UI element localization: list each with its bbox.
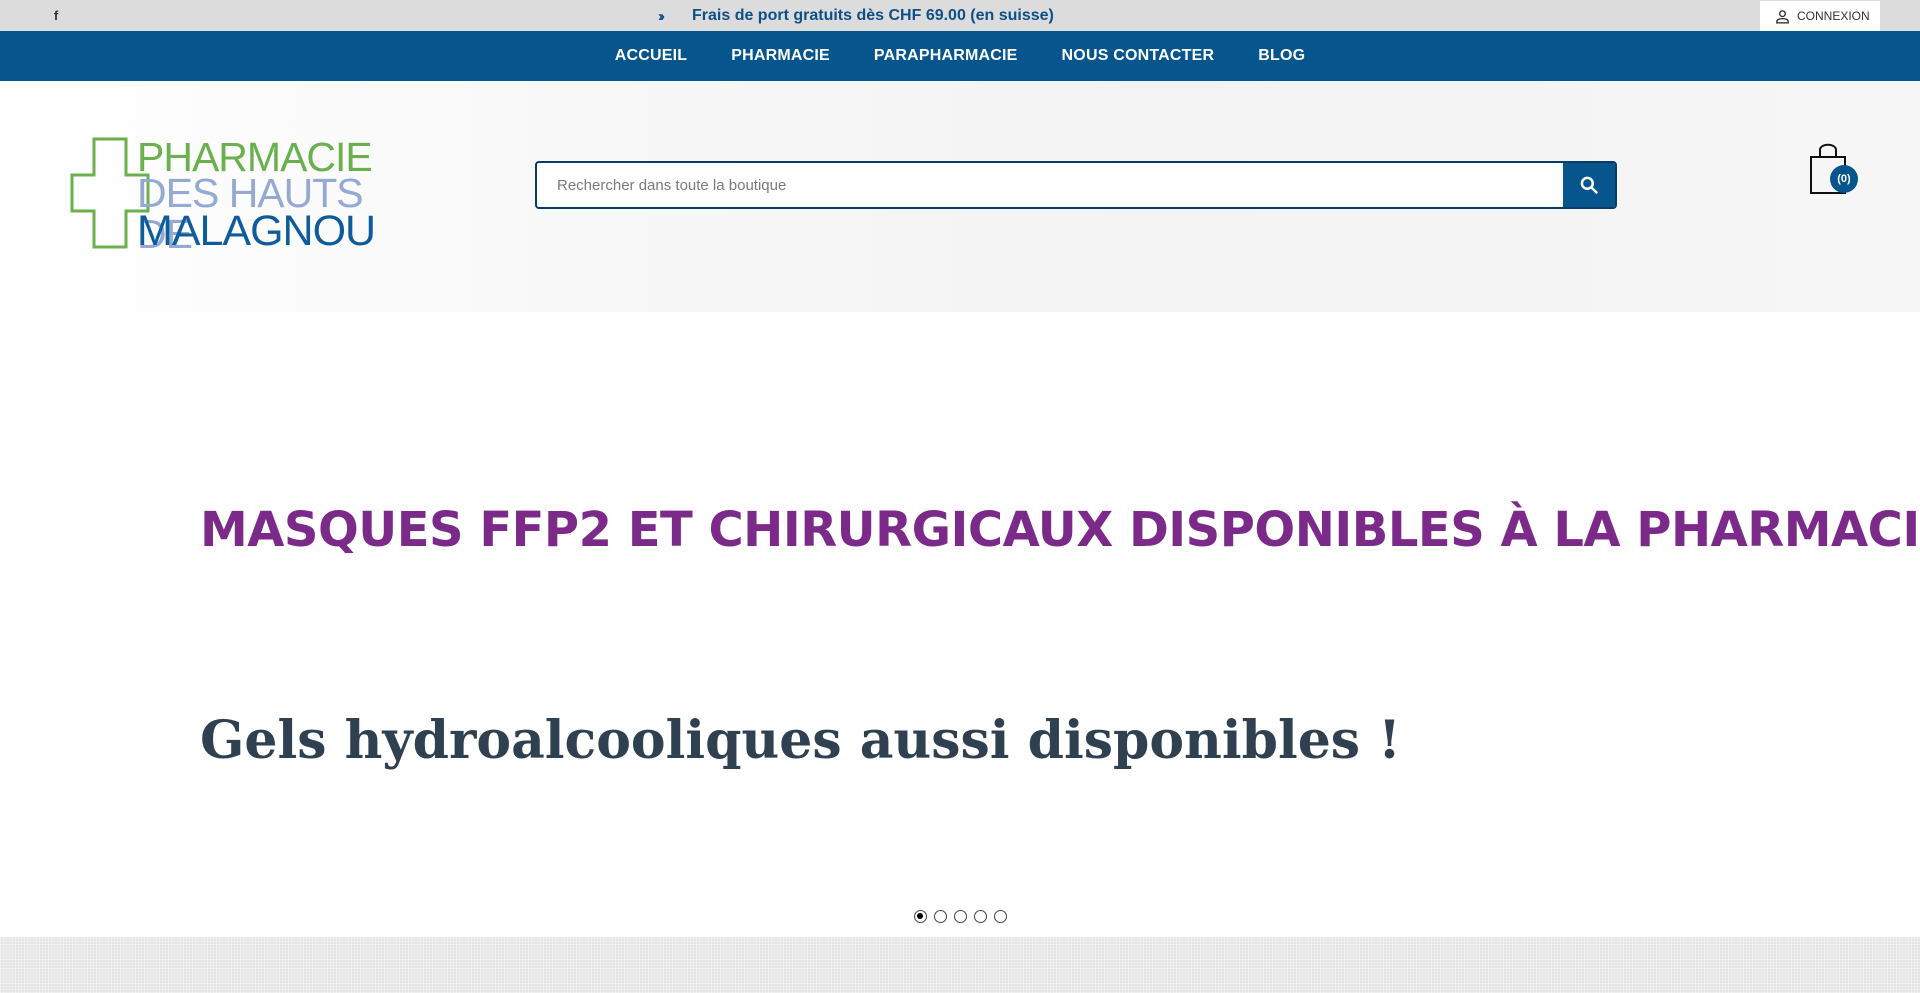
search-input[interactable] (537, 163, 1565, 207)
slider-dots (914, 910, 1014, 923)
slider-dot-5[interactable] (994, 910, 1007, 923)
slider-dot-3[interactable] (954, 910, 967, 923)
facebook-icon[interactable]: f (51, 9, 61, 23)
slider-dot-4[interactable] (974, 910, 987, 923)
double-chevron-right-icon: ›› (658, 7, 665, 25)
site-header: PHARMACIE DES HAUTS DE MALAGNOU (0) (0, 81, 1920, 312)
slide-title: MASQUES FFP2 ET CHIRURGICAUX DISPONIBLES… (200, 502, 1920, 558)
search-bar (535, 161, 1617, 209)
nav-item-pharmacie[interactable]: PHARMACIE (731, 47, 830, 65)
main-nav: ACCUEIL PHARMACIE PARAPHARMACIE NOUS CON… (0, 31, 1920, 81)
pharmacy-logo[interactable]: PHARMACIE DES HAUTS DE MALAGNOU (70, 137, 422, 255)
user-icon (1776, 9, 1789, 24)
cart-button[interactable]: (0) (1808, 139, 1862, 199)
nav-item-blog[interactable]: BLOG (1258, 47, 1305, 65)
nav-item-nous-contacter[interactable]: NOUS CONTACTER (1062, 47, 1215, 65)
slide-subtitle: Gels hydroalcooliques aussi disponibles … (200, 710, 1402, 771)
shipping-promo: ›› Frais de port gratuits dès CHF 69.00 … (658, 6, 1054, 26)
slider-dot-2[interactable] (934, 910, 947, 923)
bottom-pattern-band (0, 937, 1920, 993)
login-label: CONNEXION (1797, 9, 1870, 23)
search-button[interactable] (1563, 163, 1615, 207)
login-button[interactable]: CONNEXION (1760, 1, 1880, 31)
top-utility-bar: f ›› Frais de port gratuits dès CHF 69.0… (0, 0, 1920, 31)
cart-count-badge: (0) (1830, 165, 1858, 193)
logo-line-3: MALAGNOU (137, 207, 376, 255)
slider-dot-1[interactable] (914, 910, 927, 923)
search-icon (1580, 176, 1598, 194)
nav-item-parapharmacie[interactable]: PARAPHARMACIE (874, 47, 1018, 65)
nav-item-accueil[interactable]: ACCUEIL (615, 47, 688, 65)
promo-text: Frais de port gratuits dès CHF 69.00 (en… (692, 7, 1054, 24)
